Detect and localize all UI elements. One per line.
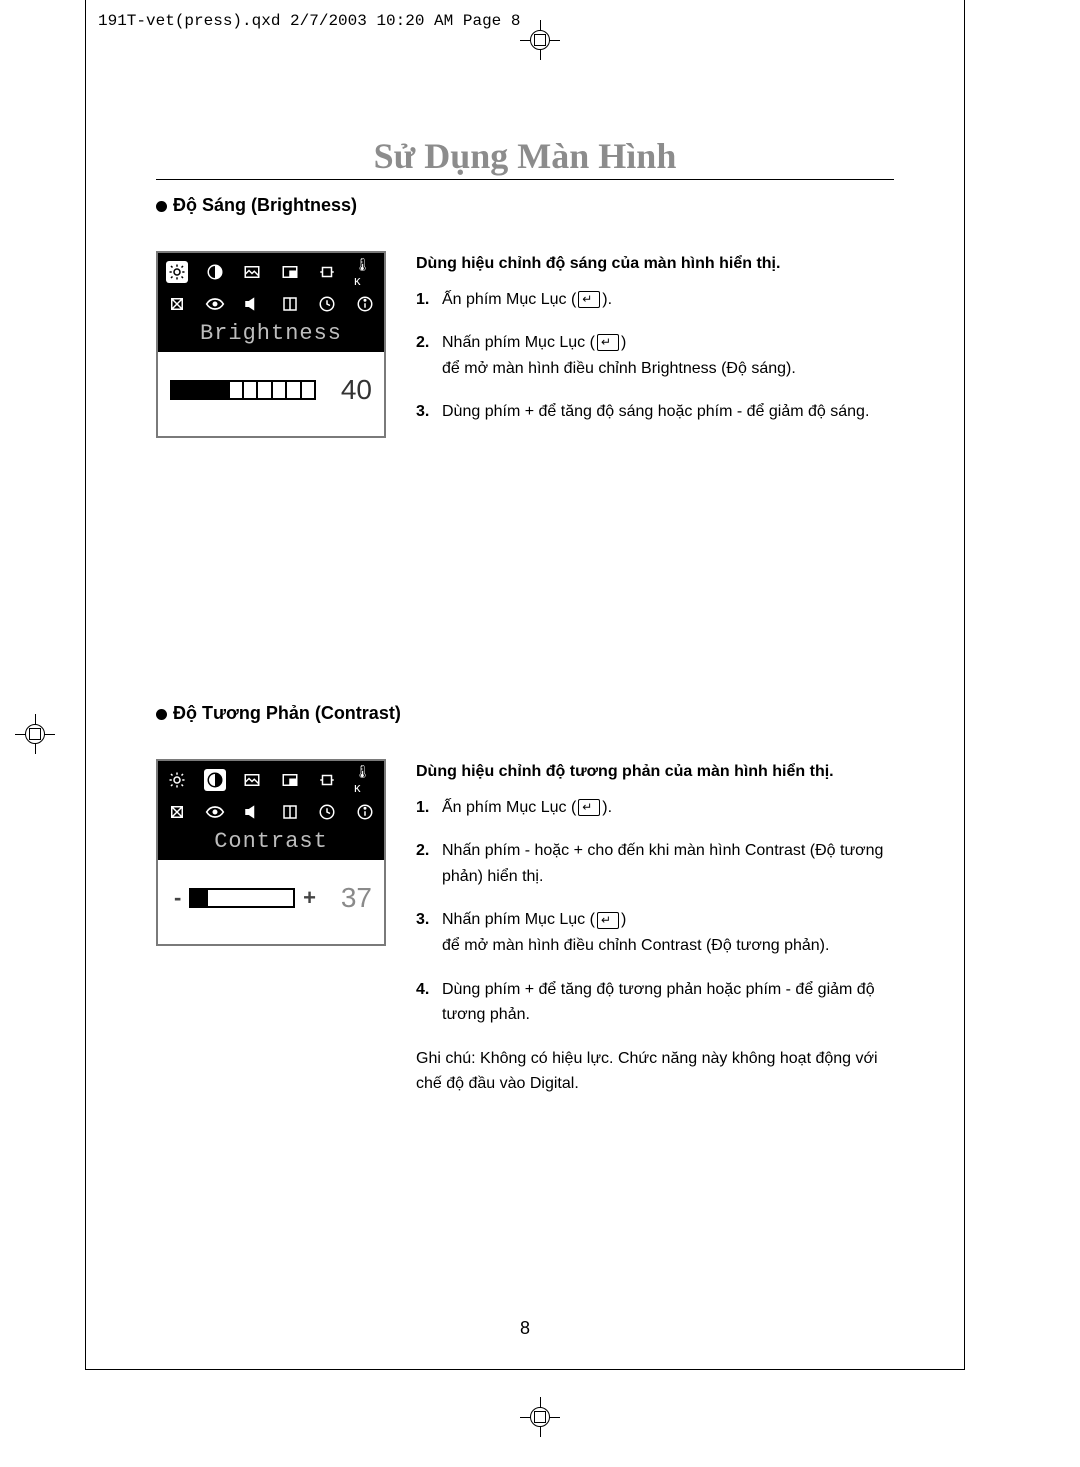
page-title: Sử Dụng Màn Hình — [156, 135, 894, 179]
osd-contrast-panel: 🌡ĸ Contrast - — [156, 759, 386, 946]
menu-key-icon — [578, 291, 600, 308]
image-icon — [241, 769, 263, 791]
osd-brightness-panel: 🌡ĸ Brightness — [156, 251, 386, 438]
brightness-step-3: 3Dùng phím + để tăng độ sáng hoặc phím -… — [416, 399, 894, 425]
osd-label-contrast: Contrast — [158, 829, 384, 854]
plus-sign: + — [303, 885, 316, 911]
eye-icon — [204, 293, 226, 315]
osd-icon-row: 🌡ĸ — [158, 761, 384, 827]
page-frame: Sử Dụng Màn Hình Độ Sáng (Brightness) — [85, 0, 965, 1370]
clock-icon — [316, 293, 338, 315]
contrast-step-3: 3Nhấn phím Mục Lục ()để mở màn hình điều… — [416, 907, 894, 958]
aspect-icon — [316, 769, 338, 791]
volume-icon — [241, 801, 263, 823]
registration-mark-bottom — [520, 1397, 560, 1437]
registration-mark-left — [15, 714, 55, 754]
pip-icon — [279, 261, 301, 283]
brightness-slider — [170, 380, 316, 400]
brightness-icon — [166, 261, 188, 283]
brightness-icon — [166, 769, 188, 791]
contrast-icon — [204, 769, 226, 791]
contrast-value: 37 — [328, 882, 372, 914]
volume-icon — [241, 293, 263, 315]
contrast-instructions: Dùng hiệu chỉnh độ tương phản của màn hì… — [416, 759, 894, 1097]
contrast-step-2: 2Nhấn phím - hoặc + cho đến khi màn hình… — [416, 838, 894, 889]
bullet-icon — [156, 201, 167, 212]
brightness-heading: Độ Sáng (Brightness) — [156, 195, 894, 216]
info-icon — [354, 293, 376, 315]
menu-key-icon — [597, 912, 619, 929]
osd-icon-row: 🌡ĸ — [158, 253, 384, 319]
brightness-instructions: Dùng hiệu chỉnh độ sáng của màn hình hiể… — [416, 251, 894, 443]
contrast-heading: Độ Tương Phản (Contrast) — [156, 703, 894, 724]
color-k-icon: 🌡ĸ — [354, 261, 376, 283]
contrast-note: Ghi chú: Không có hiệu lực. Chức năng nà… — [416, 1046, 894, 1097]
geometry-icon — [166, 293, 188, 315]
contrast-slider — [189, 888, 295, 908]
info-icon — [354, 801, 376, 823]
menu-key-icon — [597, 334, 619, 351]
section-contrast: Độ Tương Phản (Contrast) 🌡ĸ — [156, 703, 894, 1097]
minus-sign: - — [174, 885, 181, 911]
color-k-icon: 🌡ĸ — [354, 769, 376, 791]
brightness-value: 40 — [328, 374, 372, 406]
clock-icon — [316, 801, 338, 823]
contrast-icon — [204, 261, 226, 283]
bullet-icon — [156, 709, 167, 720]
layout-icon — [279, 293, 301, 315]
brightness-step-2: 2Nhấn phím Mục Lục ()để mở màn hình điều… — [416, 330, 894, 381]
geometry-icon — [166, 801, 188, 823]
contrast-step-4: 4Dùng phím + để tăng độ tương phản hoặc … — [416, 977, 894, 1028]
brightness-step-1: 1Ấn phím Mục Lục (). — [416, 287, 894, 313]
pip-icon — [279, 769, 301, 791]
contrast-lead: Dùng hiệu chỉnh độ tương phản của màn hì… — [416, 759, 894, 785]
section-brightness: Độ Sáng (Brightness) 🌡ĸ — [156, 195, 894, 443]
contrast-step-1: 1Ấn phím Mục Lục (). — [416, 795, 894, 821]
brightness-lead: Dùng hiệu chỉnh độ sáng của màn hình hiể… — [416, 251, 894, 277]
layout-icon — [279, 801, 301, 823]
osd-label-brightness: Brightness — [158, 321, 384, 346]
page-number: 8 — [520, 1318, 530, 1339]
aspect-icon — [316, 261, 338, 283]
eye-icon — [204, 801, 226, 823]
menu-key-icon — [578, 799, 600, 816]
image-icon — [241, 261, 263, 283]
